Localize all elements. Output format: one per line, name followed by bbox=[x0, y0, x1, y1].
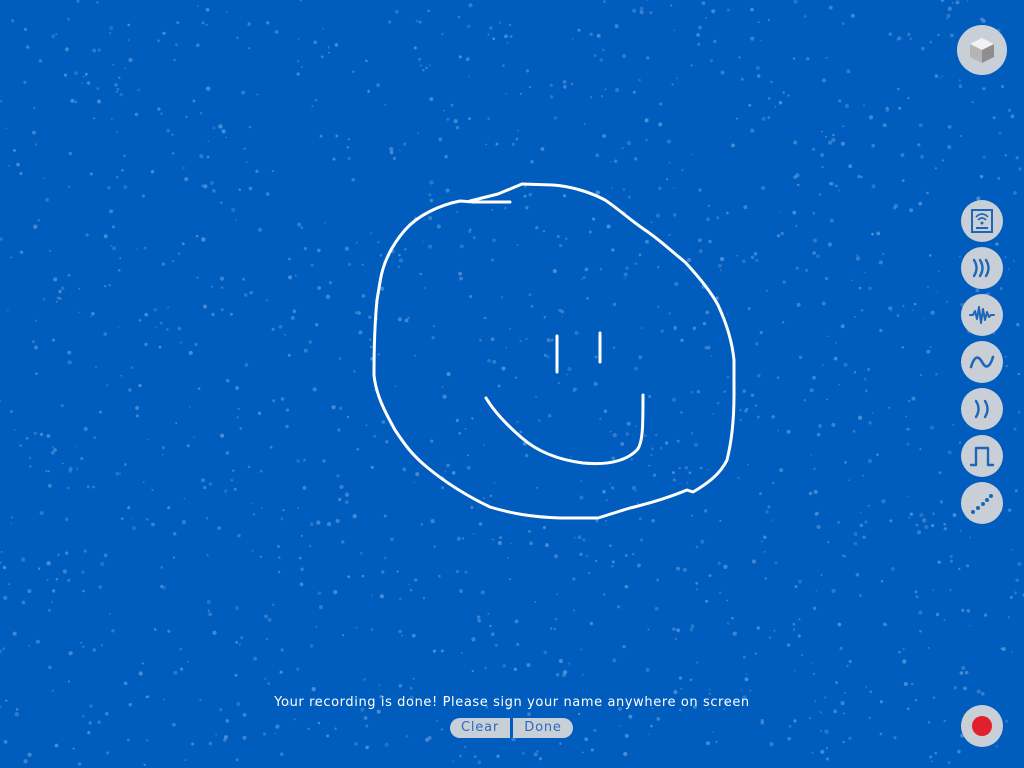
cube-menu-button[interactable] bbox=[957, 25, 1007, 75]
cube-icon bbox=[970, 38, 994, 63]
tool-button-sine-wave[interactable] bbox=[961, 341, 1003, 383]
dotted-diagonal-icon bbox=[971, 494, 993, 514]
record-icon bbox=[972, 716, 992, 736]
tool-button-dotted-diagonal[interactable] bbox=[961, 482, 1003, 524]
sensor-box-icon bbox=[971, 209, 993, 233]
signature-face-outline bbox=[372, 182, 736, 520]
noise-wave-icon bbox=[969, 306, 995, 324]
square-wave-icon bbox=[969, 446, 995, 467]
signature-prompt-message: Your recording is done! Please sign your… bbox=[274, 695, 750, 710]
parentheses-wave-icon bbox=[974, 399, 989, 419]
sine-wave-icon bbox=[969, 355, 995, 369]
tool-button-sound-waves[interactable] bbox=[961, 247, 1003, 289]
signature-smile bbox=[484, 393, 645, 466]
record-button[interactable] bbox=[961, 705, 1003, 747]
tool-button-noise-wave[interactable] bbox=[961, 294, 1003, 336]
signature-canvas[interactable] bbox=[0, 0, 1024, 768]
tool-button-parentheses-wave[interactable] bbox=[961, 388, 1003, 430]
tool-button-square-wave[interactable] bbox=[961, 435, 1003, 477]
done-button[interactable]: Done bbox=[513, 718, 573, 738]
clear-button[interactable]: Clear bbox=[450, 718, 510, 738]
tool-button-sensor-box[interactable] bbox=[961, 200, 1003, 242]
sound-waves-icon bbox=[972, 258, 990, 278]
